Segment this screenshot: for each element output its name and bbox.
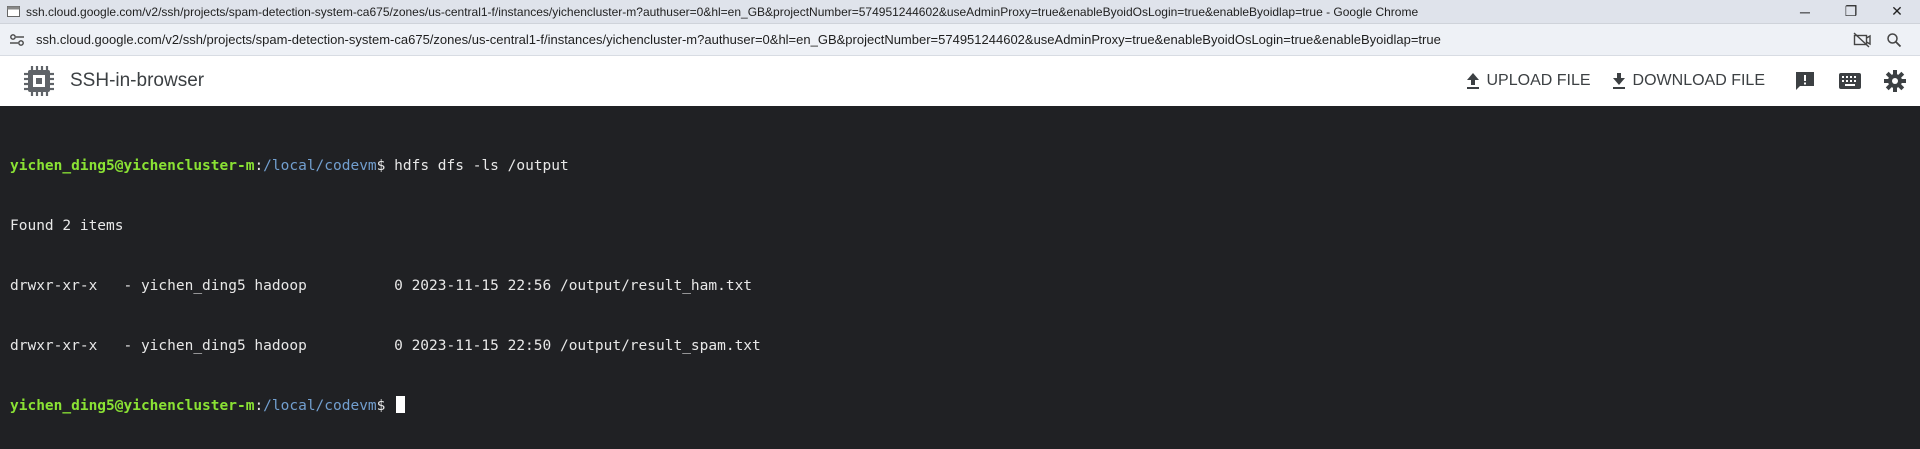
site-info-icon[interactable] (8, 31, 26, 49)
search-zoom-icon[interactable] (1878, 28, 1910, 52)
window-titlebar: ssh.cloud.google.com/v2/ssh/projects/spa… (0, 0, 1920, 24)
feedback-icon[interactable] (1785, 61, 1825, 101)
prompt-user: yichen_ding5@yichencluster-m (10, 158, 255, 174)
terminal-output-line: Found 2 items (10, 218, 124, 234)
upload-file-label: UPLOAD FILE (1486, 72, 1591, 89)
prompt-path: /local/codevm (263, 398, 377, 414)
terminal-line-command: yichen_ding5@yichencluster-m:/local/code… (10, 156, 1910, 176)
upload-icon (1465, 72, 1481, 90)
address-bar: ssh.cloud.google.com/v2/ssh/projects/spa… (0, 24, 1920, 56)
prompt-symbol: $ (376, 398, 395, 414)
download-file-button[interactable]: DOWNLOAD FILE (1611, 72, 1765, 90)
url-text[interactable]: ssh.cloud.google.com/v2/ssh/projects/spa… (36, 32, 1846, 47)
restore-button[interactable]: ❐ (1828, 0, 1874, 24)
terminal-line-prompt: yichen_ding5@yichencluster-m:/local/code… (10, 396, 1910, 416)
terminal-output-line: drwxr-xr-x - yichen_ding5 hadoop 0 2023-… (10, 278, 753, 294)
compute-chip-icon (20, 62, 58, 100)
keyboard-icon[interactable] (1830, 61, 1870, 101)
prompt-path: /local/codevm (263, 158, 377, 174)
minimize-button[interactable]: ─ (1782, 0, 1828, 24)
download-icon (1611, 72, 1627, 90)
app-header: SSH-in-browser UPLOAD FILE DOWNLOAD FILE (0, 56, 1920, 106)
command-text: hdfs dfs -ls /output (394, 158, 569, 174)
settings-gear-icon[interactable] (1875, 61, 1915, 101)
prompt-separator: : (254, 398, 264, 414)
prompt-user: yichen_ding5@yichencluster-m (10, 398, 255, 414)
window-title: ssh.cloud.google.com/v2/ssh/projects/spa… (26, 4, 1419, 19)
download-file-label: DOWNLOAD FILE (1632, 72, 1765, 89)
terminal-output[interactable]: yichen_ding5@yichencluster-m:/local/code… (0, 106, 1920, 449)
close-button[interactable]: ✕ (1874, 0, 1920, 24)
upload-file-button[interactable]: UPLOAD FILE (1465, 72, 1591, 90)
terminal-output-line: drwxr-xr-x - yichen_ding5 hadoop 0 2023-… (10, 338, 761, 354)
prompt-symbol: $ (376, 158, 395, 174)
camera-blocked-icon[interactable] (1846, 28, 1878, 52)
prompt-separator: : (254, 158, 264, 174)
app-title: SSH-in-browser (70, 70, 205, 91)
page-favicon-icon (6, 5, 20, 19)
terminal-cursor[interactable] (396, 396, 406, 413)
